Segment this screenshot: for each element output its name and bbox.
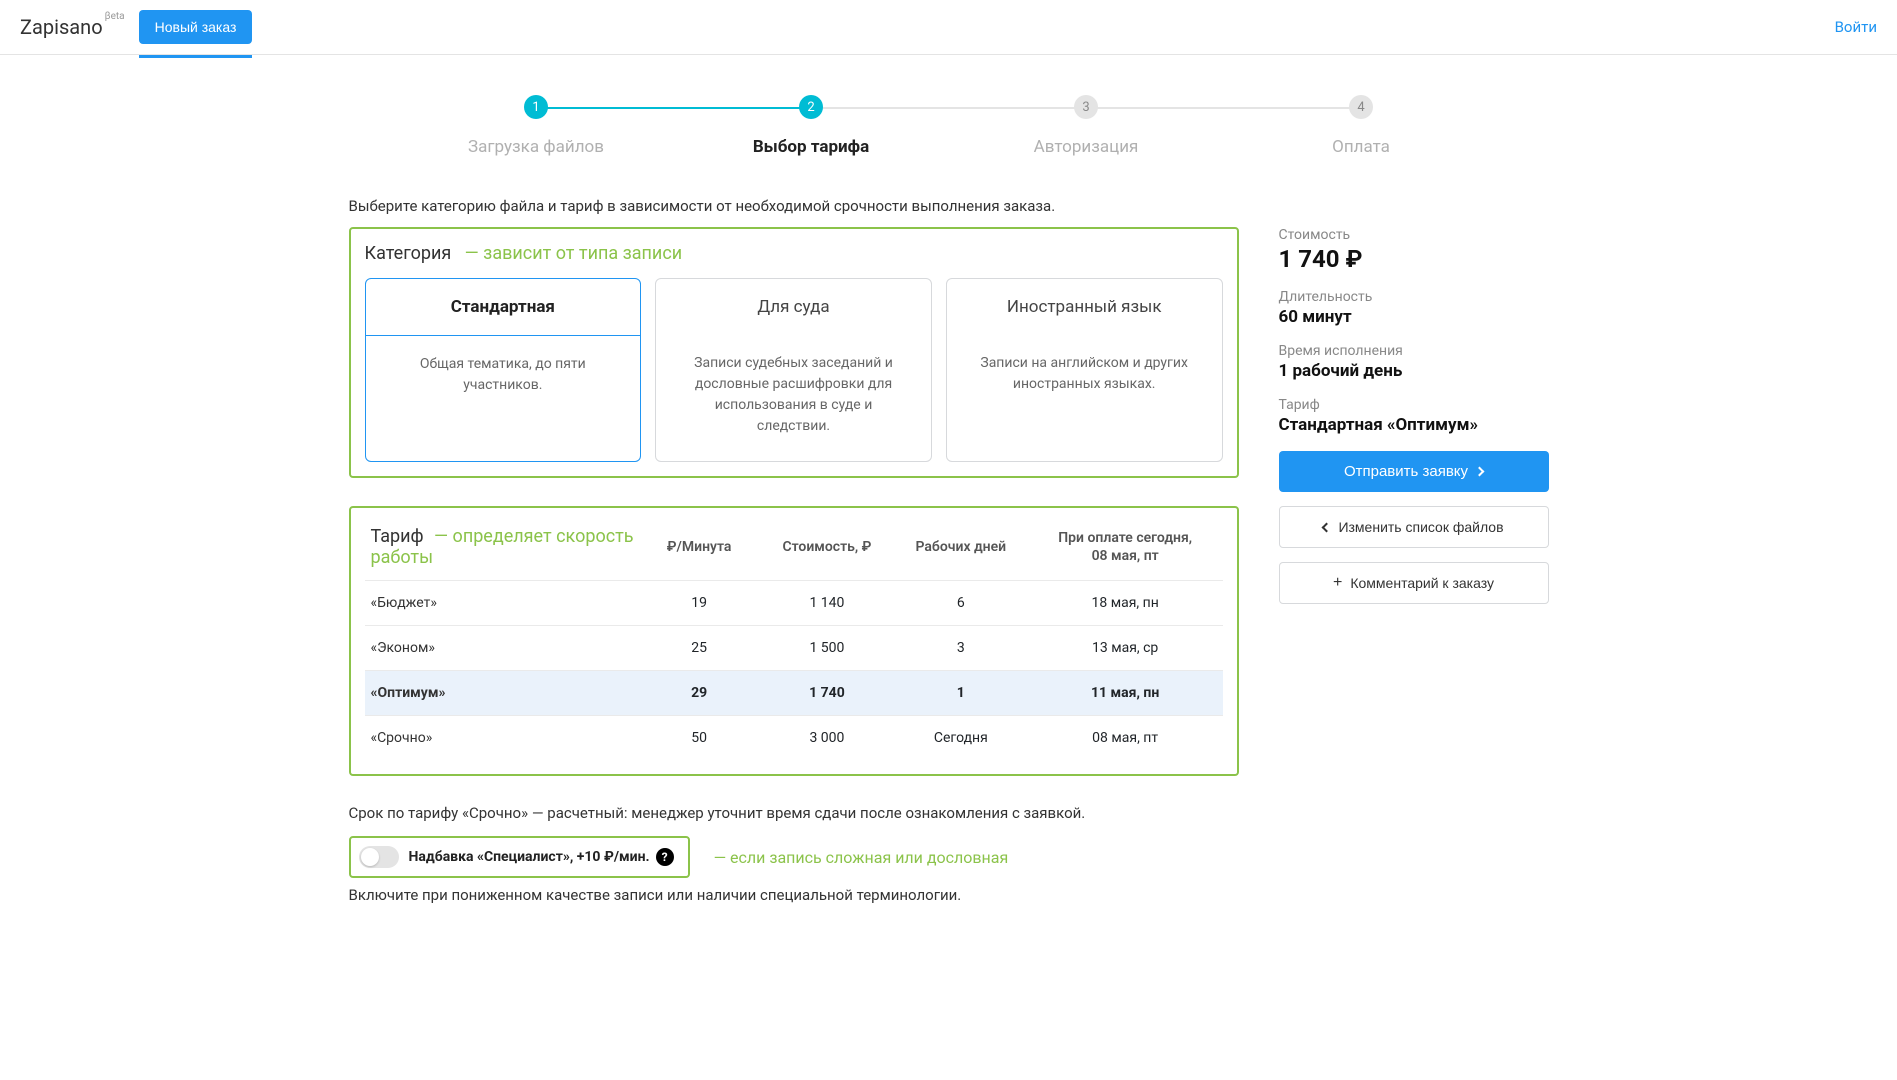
logo[interactable]: Zapisanoβeta xyxy=(20,15,103,39)
tariff-row-urgent[interactable]: «Срочно» 50 3 000 Сегодня 08 мая, пт xyxy=(365,716,1223,760)
step-label: Выбор тарифа xyxy=(674,137,949,157)
category-card-desc: Общая тематика, до пяти участников. xyxy=(366,336,641,420)
tariff-name: «Оптимум» xyxy=(365,685,639,701)
tariff-date: 11 мая, пн xyxy=(1028,685,1223,701)
category-card-standard[interactable]: Стандартная Общая тематика, до пяти учас… xyxy=(365,278,642,462)
duration-label: Длительность xyxy=(1279,289,1549,305)
tariff-value: Стандартная «Оптимум» xyxy=(1279,415,1549,435)
tariff-days: 1 xyxy=(894,685,1028,701)
tariff-name: «Бюджет» xyxy=(365,595,639,611)
category-card-title: Для суда xyxy=(656,279,931,335)
cost-label: Стоимость xyxy=(1279,227,1549,243)
step-number: 3 xyxy=(1074,95,1098,119)
tariff-date: 18 мая, пн xyxy=(1028,595,1223,611)
step-auth[interactable]: 3 Авторизация xyxy=(949,95,1224,157)
time-value: 1 рабочий день xyxy=(1279,361,1549,381)
new-order-button[interactable]: Новый заказ xyxy=(139,10,253,44)
tariff-row-econom[interactable]: «Эконом» 25 1 500 3 13 мая, ср xyxy=(365,625,1223,670)
specialist-hint: — если запись сложная или дословная xyxy=(714,848,1009,867)
category-card-title: Стандартная xyxy=(366,279,641,336)
tariff-per-min: 25 xyxy=(638,640,760,656)
tariff-title: Тариф xyxy=(371,526,424,547)
category-card-desc: Записи на английском и других иностранны… xyxy=(947,335,1222,419)
col-header-days: Рабочих дней xyxy=(894,539,1028,555)
tariff-cost: 3 000 xyxy=(760,730,894,746)
tariff-date: 13 мая, ср xyxy=(1028,640,1223,656)
tariff-cost: 1 140 xyxy=(760,595,894,611)
intro-text: Выберите категорию файла и тариф в завис… xyxy=(349,197,1549,215)
specialist-toggle-label: Надбавка «Специалист», +10 ₽/мин. xyxy=(409,849,650,865)
category-card-desc: Записи судебных заседаний и дословные ра… xyxy=(656,335,931,461)
toggle-knob xyxy=(361,848,379,866)
tariff-label: Тариф xyxy=(1279,397,1549,413)
submit-button[interactable]: Отправить заявку xyxy=(1279,451,1549,492)
tariff-days: 6 xyxy=(894,595,1028,611)
tariff-per-min: 29 xyxy=(638,685,760,701)
tariff-date: 08 мая, пт xyxy=(1028,730,1223,746)
col-header-cost: Стоимость, ₽ xyxy=(760,539,894,555)
category-title: Категория xyxy=(365,243,452,264)
category-hint: — зависит от типа записи xyxy=(465,243,682,264)
step-payment[interactable]: 4 Оплата xyxy=(1224,95,1499,157)
tariff-name: «Эконом» xyxy=(365,640,639,656)
plus-icon: + xyxy=(1333,575,1342,591)
urgent-note: Срок по тарифу «Срочно» — расчетный: мен… xyxy=(349,804,1239,822)
step-number: 1 xyxy=(524,95,548,119)
tariff-days: Сегодня xyxy=(894,730,1028,746)
tariff-per-min: 19 xyxy=(638,595,760,611)
step-label: Оплата xyxy=(1224,137,1499,157)
specialist-toggle[interactable] xyxy=(359,846,399,868)
step-number: 2 xyxy=(799,95,823,119)
category-card-title: Иностранный язык xyxy=(947,279,1222,335)
tariff-cost: 1 740 xyxy=(760,685,894,701)
chevron-left-icon xyxy=(1322,522,1332,532)
step-label: Загрузка файлов xyxy=(399,137,674,157)
specialist-note: Включите при пониженном качестве записи … xyxy=(349,886,1239,904)
col-header-per-min: ₽/Минута xyxy=(638,539,760,555)
tariff-cost: 1 500 xyxy=(760,640,894,656)
duration-value: 60 минут xyxy=(1279,307,1549,327)
help-icon[interactable]: ? xyxy=(656,848,674,866)
tariff-days: 3 xyxy=(894,640,1028,656)
tariff-section: Тариф — определяет скорость работы ₽/Мин… xyxy=(349,506,1239,776)
tariff-per-min: 50 xyxy=(638,730,760,746)
step-tariff[interactable]: 2 Выбор тарифа xyxy=(674,95,949,157)
step-label: Авторизация xyxy=(949,137,1224,157)
summary-sidebar: Стоимость 1 740 ₽ Длительность 60 минут … xyxy=(1279,227,1549,618)
stepper: 1 Загрузка файлов 2 Выбор тарифа 3 Автор… xyxy=(399,95,1499,157)
category-section: Категория — зависит от типа записи Станд… xyxy=(349,227,1239,478)
cost-value: 1 740 ₽ xyxy=(1279,245,1549,273)
tariff-name: «Срочно» xyxy=(365,730,639,746)
category-card-foreign[interactable]: Иностранный язык Записи на английском и … xyxy=(946,278,1223,462)
tariff-row-budget[interactable]: «Бюджет» 19 1 140 6 18 мая, пн xyxy=(365,580,1223,625)
comment-button[interactable]: + Комментарий к заказу xyxy=(1279,562,1549,604)
tariff-row-optimum[interactable]: «Оптимум» 29 1 740 1 11 мая, пн xyxy=(365,670,1223,716)
change-files-button[interactable]: Изменить список файлов xyxy=(1279,506,1549,548)
col-header-pay-today: При оплате сегодня, 08 мая, пт xyxy=(1028,529,1223,565)
chevron-right-icon xyxy=(1475,467,1485,477)
time-label: Время исполнения xyxy=(1279,343,1549,359)
category-card-court[interactable]: Для суда Записи судебных заседаний и дос… xyxy=(655,278,932,462)
login-link[interactable]: Войти xyxy=(1835,18,1877,36)
beta-badge: βeta xyxy=(105,11,125,22)
step-number: 4 xyxy=(1349,95,1373,119)
step-upload[interactable]: 1 Загрузка файлов xyxy=(399,95,674,157)
